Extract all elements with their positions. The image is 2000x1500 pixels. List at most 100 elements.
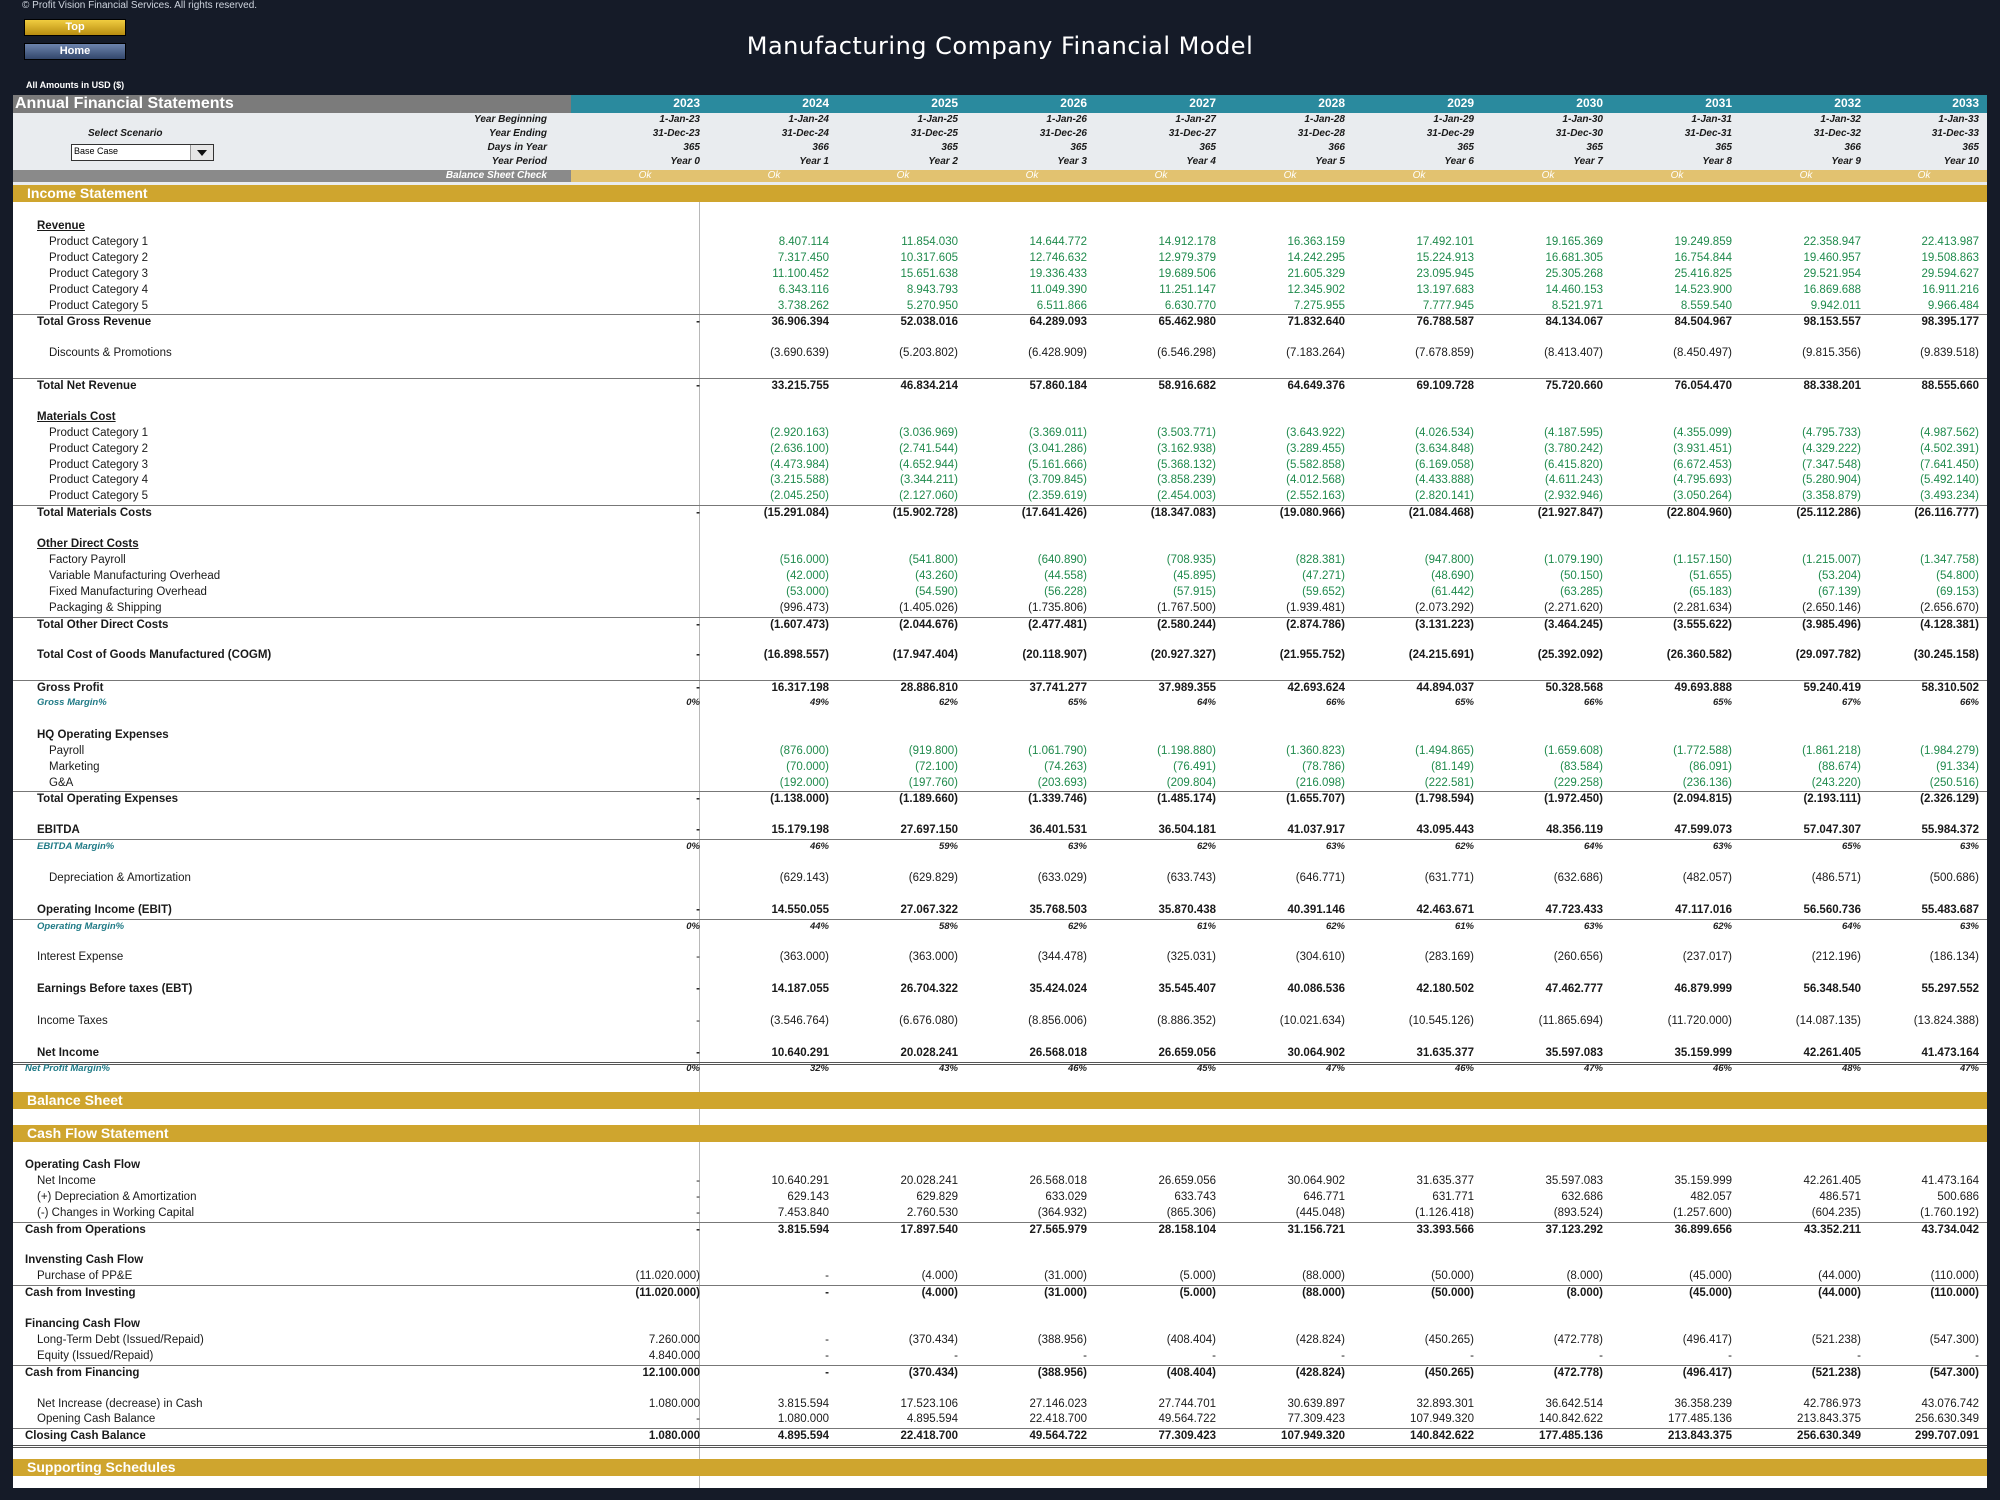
value-cell[interactable]: 55.984.372: [1869, 824, 1979, 836]
value-cell[interactable]: (604.235): [1751, 1207, 1861, 1219]
value-cell[interactable]: (15.291.084): [719, 507, 829, 519]
value-cell[interactable]: (21.955.752): [1235, 649, 1345, 661]
value-cell[interactable]: (450.265): [1364, 1367, 1474, 1379]
value-cell[interactable]: (708.935): [1106, 554, 1216, 566]
value-cell[interactable]: 48%: [1751, 1063, 1861, 1074]
value-cell[interactable]: 14.523.900: [1622, 284, 1732, 296]
value-cell[interactable]: (8.450.497): [1622, 347, 1732, 359]
value-cell[interactable]: 66%: [1493, 697, 1603, 708]
value-cell[interactable]: 6.630.770: [1106, 300, 1216, 312]
value-cell[interactable]: (50.000): [1364, 1270, 1474, 1282]
value-cell[interactable]: (2.044.676): [848, 619, 958, 631]
value-cell[interactable]: 64%: [1106, 697, 1216, 708]
value-cell[interactable]: 45%: [1106, 1063, 1216, 1074]
value-cell[interactable]: 65%: [1622, 697, 1732, 708]
value-cell[interactable]: 177.485.136: [1493, 1430, 1603, 1442]
value-cell[interactable]: (186.134): [1869, 951, 1979, 963]
value-cell[interactable]: (45.000): [1622, 1287, 1732, 1299]
value-cell[interactable]: (631.771): [1364, 872, 1474, 884]
value-cell[interactable]: (74.263): [977, 761, 1087, 773]
value-cell[interactable]: (1.861.218): [1751, 745, 1861, 757]
value-cell[interactable]: (9.815.356): [1751, 347, 1861, 359]
value-cell[interactable]: (72.100): [848, 761, 958, 773]
value-cell[interactable]: 107.949.320: [1235, 1430, 1345, 1442]
value-cell[interactable]: 19.689.506: [1106, 268, 1216, 280]
value-cell[interactable]: -: [590, 619, 700, 631]
value-cell[interactable]: -: [590, 951, 700, 963]
value-cell[interactable]: -: [719, 1350, 829, 1362]
value-cell[interactable]: 58.310.502: [1869, 682, 1979, 694]
value-cell[interactable]: 7.260.000: [590, 1334, 700, 1346]
value-cell[interactable]: (1.079.190): [1493, 554, 1603, 566]
value-cell[interactable]: 8.943.793: [848, 284, 958, 296]
value-cell[interactable]: (65.183): [1622, 586, 1732, 598]
value-cell[interactable]: 15.179.198: [719, 824, 829, 836]
value-cell[interactable]: -: [719, 1270, 829, 1282]
value-cell[interactable]: 3.738.262: [719, 300, 829, 312]
value-cell[interactable]: 482.057: [1622, 1191, 1732, 1203]
value-cell[interactable]: 27.697.150: [848, 824, 958, 836]
value-cell[interactable]: -: [1235, 1350, 1345, 1362]
value-cell[interactable]: (26.360.582): [1622, 649, 1732, 661]
value-cell[interactable]: 59%: [848, 841, 958, 852]
value-cell[interactable]: 22.413.987: [1869, 236, 1979, 248]
value-cell[interactable]: (629.829): [848, 872, 958, 884]
value-cell[interactable]: 48.356.119: [1493, 824, 1603, 836]
value-cell[interactable]: 633.029: [977, 1191, 1087, 1203]
value-cell[interactable]: (893.524): [1493, 1207, 1603, 1219]
value-cell[interactable]: -: [590, 1015, 700, 1027]
value-cell[interactable]: 17.523.106: [848, 1398, 958, 1410]
value-cell[interactable]: (2.650.146): [1751, 602, 1861, 614]
value-cell[interactable]: (43.260): [848, 570, 958, 582]
value-cell[interactable]: 26.659.056: [1106, 1047, 1216, 1059]
value-cell[interactable]: 0%: [590, 1063, 700, 1074]
value-cell[interactable]: (10.545.126): [1364, 1015, 1474, 1027]
cash-flow-header[interactable]: Cash Flow Statement: [13, 1125, 1987, 1142]
value-cell[interactable]: 44.894.037: [1364, 682, 1474, 694]
value-cell[interactable]: 47%: [1869, 1063, 1979, 1074]
value-cell[interactable]: 62%: [1235, 921, 1345, 932]
value-cell[interactable]: (6.672.453): [1622, 459, 1732, 471]
value-cell[interactable]: -: [590, 1224, 700, 1236]
value-cell[interactable]: 27.146.023: [977, 1398, 1087, 1410]
value-cell[interactable]: 11.049.390: [977, 284, 1087, 296]
value-cell[interactable]: 61%: [1106, 921, 1216, 932]
value-cell[interactable]: (3.369.011): [977, 427, 1087, 439]
value-cell[interactable]: 43.734.042: [1869, 1224, 1979, 1236]
value-cell[interactable]: (370.434): [848, 1367, 958, 1379]
value-cell[interactable]: (2.741.544): [848, 443, 958, 455]
value-cell[interactable]: (472.778): [1493, 1334, 1603, 1346]
value-cell[interactable]: (5.582.858): [1235, 459, 1345, 471]
value-cell[interactable]: (1.360.823): [1235, 745, 1345, 757]
value-cell[interactable]: 19.460.957: [1751, 252, 1861, 264]
value-cell[interactable]: (2.932.946): [1493, 490, 1603, 502]
value-cell[interactable]: (1.347.758): [1869, 554, 1979, 566]
value-cell[interactable]: 65%: [977, 697, 1087, 708]
value-cell[interactable]: 629.829: [848, 1191, 958, 1203]
value-cell[interactable]: 40.391.146: [1235, 904, 1345, 916]
value-cell[interactable]: (5.280.904): [1751, 474, 1861, 486]
value-cell[interactable]: (1.659.608): [1493, 745, 1603, 757]
value-cell[interactable]: 16.681.305: [1493, 252, 1603, 264]
value-cell[interactable]: 486.571: [1751, 1191, 1861, 1203]
value-cell[interactable]: 36.906.394: [719, 316, 829, 328]
value-cell[interactable]: (25.392.092): [1493, 649, 1603, 661]
value-cell[interactable]: 10.640.291: [719, 1047, 829, 1059]
value-cell[interactable]: 47.462.777: [1493, 983, 1603, 995]
value-cell[interactable]: (1.772.588): [1622, 745, 1732, 757]
value-cell[interactable]: 62%: [1364, 841, 1474, 852]
value-cell[interactable]: (2.477.481): [977, 619, 1087, 631]
value-cell[interactable]: (10.021.634): [1235, 1015, 1345, 1027]
value-cell[interactable]: 4.895.594: [848, 1413, 958, 1425]
value-cell[interactable]: 12.746.632: [977, 252, 1087, 264]
value-cell[interactable]: (56.228): [977, 586, 1087, 598]
value-cell[interactable]: 36.504.181: [1106, 824, 1216, 836]
value-cell[interactable]: 32.893.301: [1364, 1398, 1474, 1410]
value-cell[interactable]: 19.165.369: [1493, 236, 1603, 248]
value-cell[interactable]: 77.309.423: [1106, 1430, 1216, 1442]
value-cell[interactable]: 256.630.349: [1869, 1413, 1979, 1425]
value-cell[interactable]: (203.693): [977, 777, 1087, 789]
value-cell[interactable]: (428.824): [1235, 1367, 1345, 1379]
value-cell[interactable]: -: [719, 1367, 829, 1379]
value-cell[interactable]: (237.017): [1622, 951, 1732, 963]
